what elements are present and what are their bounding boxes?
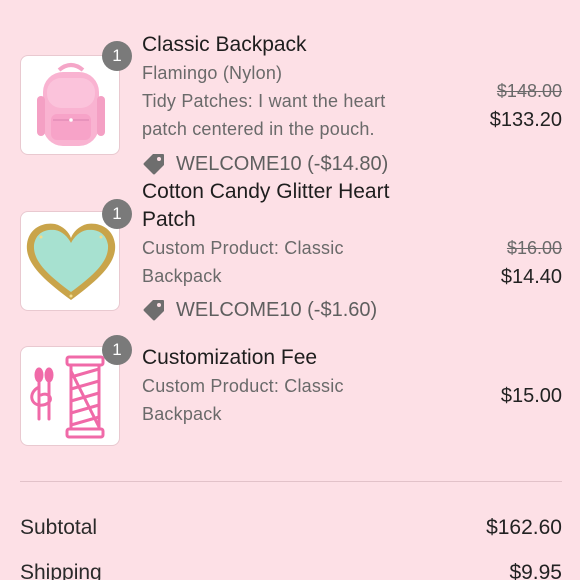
product-options: Custom Product: Classic Backpack bbox=[142, 372, 432, 428]
product-option-line: Backpack bbox=[142, 404, 222, 424]
product-title-line: Customization Fee bbox=[142, 346, 318, 369]
needle-thread-icon bbox=[30, 355, 105, 439]
shipping-value: $9.95 bbox=[509, 561, 562, 580]
product-image bbox=[20, 346, 120, 446]
subtotal-value: $162.60 bbox=[486, 516, 562, 539]
quantity-badge: 1 bbox=[102, 335, 132, 365]
summary-divider bbox=[20, 481, 562, 482]
product-title: Customization Fee bbox=[142, 344, 432, 372]
subtotal-label: Subtotal bbox=[20, 516, 98, 539]
product-option-line: Custom Product: Classic bbox=[142, 376, 344, 396]
line-item: 1 Customization Fee Custom Product: Clas… bbox=[0, 0, 580, 450]
item-price: $15.00 bbox=[500, 385, 562, 407]
shipping-label: Shipping bbox=[20, 561, 102, 580]
